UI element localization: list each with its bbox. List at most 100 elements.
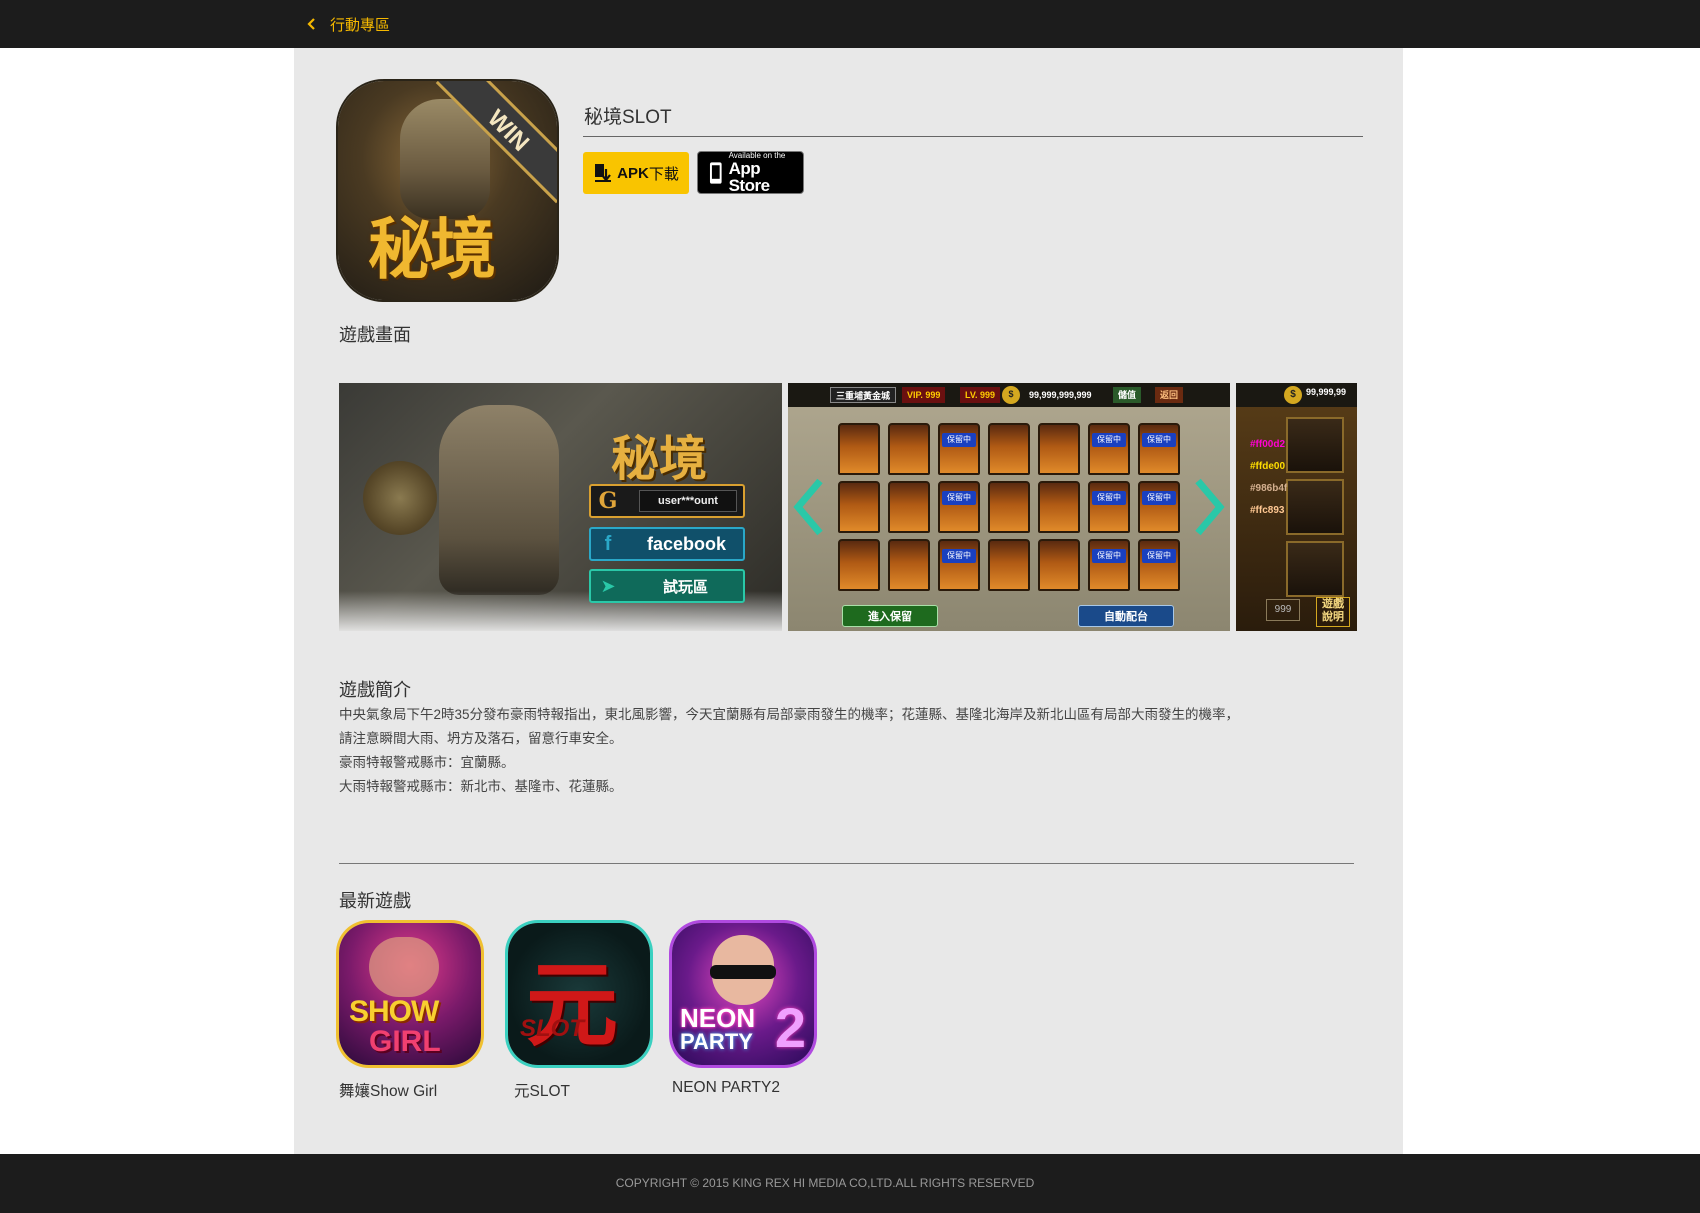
slot-machine: [888, 423, 930, 475]
slot-reel: [1286, 417, 1344, 473]
main-panel: WIN 秘境 秘境SLOT APK 下載 Available on the App…: [294, 48, 1403, 1154]
app-icon-logo: 秘境: [368, 210, 496, 288]
hold-button: 進入保留: [842, 605, 938, 627]
hud-coins: 99,999,999,999: [1029, 390, 1092, 400]
back-label: 行動專區: [330, 16, 391, 34]
download-icon: [595, 164, 612, 182]
icon-text: 2: [774, 996, 806, 1059]
hud-deposit: 儲值: [1113, 387, 1142, 403]
slot-machine: [988, 423, 1030, 475]
game-icon[interactable]: 元 SLOT: [508, 923, 650, 1065]
account-login-row: G user***ount: [589, 484, 745, 518]
statue-art: [439, 405, 559, 595]
app-store-button[interactable]: Available on the App Store: [697, 151, 804, 194]
icon-text: 元: [526, 951, 619, 1059]
screenshot-login[interactable]: 秘境 G user***ount f facebook ➤ 試玩區: [339, 383, 782, 631]
arrow-right-icon: [1195, 478, 1225, 536]
icon-text: GIRL: [369, 1025, 441, 1058]
game-card-neon-party2[interactable]: NEON PARTY 2 NEON PARTY2: [672, 923, 822, 1097]
game-hud: 三重埔黃金城 VIP. 999 LV. 999 $ 99,999,999,999…: [788, 383, 1230, 407]
facebook-label: facebook: [647, 533, 727, 554]
apk-suffix: 下載: [648, 165, 679, 183]
facebook-login-row: f facebook: [589, 527, 745, 561]
dancer-art: [369, 937, 439, 997]
counter-box: 999: [1266, 599, 1300, 621]
game-icon[interactable]: NEON PARTY 2: [672, 923, 814, 1065]
hud-location: 三重埔黃金城: [830, 387, 897, 403]
slot-machine: [938, 539, 980, 591]
intro-line: 中央氣象局下午2時35分發布豪雨特報指出，東北風影響，今天宜蘭縣有局部豪雨發生的…: [339, 707, 1240, 722]
game-card-showgirl[interactable]: SHOW GIRL 舞孃Show Girl: [339, 923, 489, 1101]
hud-coins: 99,999,99: [1306, 387, 1347, 397]
game-name[interactable]: NEON PARTY2: [672, 1079, 822, 1097]
intro-line: 豪雨特報警戒縣市：宜蘭縣。: [339, 755, 515, 770]
color-tag: #ffde00: [1250, 461, 1286, 472]
slot-reel: [1286, 479, 1344, 535]
facebook-icon: f: [604, 532, 612, 555]
slot-machine: [838, 481, 880, 533]
apk-label: APK: [617, 164, 649, 182]
game-card-yuan-slot[interactable]: 元 SLOT 元SLOT: [508, 923, 658, 1101]
game-hud: $ 99,999,99: [1236, 383, 1357, 407]
account-field: user***ount: [639, 490, 737, 512]
hud-vip: VIP. 999: [902, 387, 946, 403]
arrow-left-icon: [793, 478, 823, 536]
intro-line: 請注意瞬間大雨、坍方及落石，留意行車安全。: [339, 731, 623, 746]
slot-machine: [888, 539, 930, 591]
slot-machine: [988, 481, 1030, 533]
slot-machine: [1088, 539, 1130, 591]
intro-text: 中央氣象局下午2時35分發布豪雨特報指出，東北風影響，今天宜蘭縣有局部豪雨發生的…: [339, 703, 1359, 799]
icon-text: PARTY: [680, 1029, 753, 1054]
slot-machine: [938, 481, 980, 533]
auto-button: 自動配台: [1078, 605, 1174, 627]
app-icon: WIN 秘境: [338, 81, 557, 300]
color-tag: #ff00d2: [1250, 439, 1286, 450]
screenshot-carousel[interactable]: 秘境 G user***ount f facebook ➤ 試玩區 三重埔黃金城…: [339, 383, 1357, 631]
footer: COPYRIGHT © 2015 KING REX HI MEDIA CO,LT…: [0, 1154, 1700, 1213]
sunglasses-art: [710, 965, 776, 979]
hud-back: 返回: [1155, 387, 1184, 403]
slot-machine: [1038, 423, 1080, 475]
slot-machine: [1038, 539, 1080, 591]
slot-machine: [1138, 539, 1180, 591]
slot-machine: [838, 539, 880, 591]
coin-icon: $: [1284, 386, 1302, 404]
coin-icon: $: [1002, 386, 1020, 404]
slot-machine: [1138, 423, 1180, 475]
slot-machine: [838, 423, 880, 475]
apk-download-button[interactable]: APK 下載: [583, 152, 689, 194]
title-divider: [583, 136, 1363, 137]
app-title: 秘境SLOT: [584, 107, 672, 128]
hud-level: LV. 999: [960, 387, 1001, 403]
intro-title: 遊戲簡介: [339, 680, 411, 700]
intro-line: 大雨特報警戒縣市：新北市、基隆市、花蓮縣。: [339, 779, 623, 794]
slot-machine: [1088, 481, 1130, 533]
icon-text: SLOT: [520, 1015, 584, 1042]
paper-plane-icon: ➤: [600, 575, 616, 596]
screenshot-slots[interactable]: 三重埔黃金城 VIP. 999 LV. 999 $ 99,999,999,999…: [788, 383, 1230, 631]
phone-icon: [709, 161, 722, 184]
gear-art: [363, 461, 437, 535]
screens-title: 遊戲畫面: [339, 325, 411, 345]
icon-text: SHOW: [349, 995, 439, 1028]
top-bar: 行動專區: [0, 0, 1700, 48]
screenshot-logo: 秘境: [611, 431, 708, 487]
color-tag: #ffc893: [1250, 505, 1285, 516]
app-store-big: App Store: [728, 158, 770, 195]
trial-row: ➤ 試玩區: [589, 569, 745, 603]
screenshot-slot-detail[interactable]: $ 99,999,99 #ff00d2 #ffde00 #986b4f #ffc…: [1236, 383, 1357, 631]
section-divider: [339, 863, 1354, 864]
color-tag: #986b4f: [1250, 483, 1288, 494]
back-link[interactable]: 行動專區: [302, 12, 390, 36]
game-name[interactable]: 元SLOT: [508, 1079, 658, 1101]
latest-title: 最新遊戲: [339, 891, 411, 911]
game-icon[interactable]: SHOW GIRL: [339, 923, 481, 1065]
slot-machine: [938, 423, 980, 475]
game-name[interactable]: 舞孃Show Girl: [339, 1079, 489, 1101]
trial-label: 試玩區: [663, 578, 709, 596]
slot-machine: [1138, 481, 1180, 533]
slot-machine: [888, 481, 930, 533]
slot-machine-grid: [838, 423, 1180, 591]
slot-machine: [1038, 481, 1080, 533]
slot-reel: [1286, 541, 1344, 597]
